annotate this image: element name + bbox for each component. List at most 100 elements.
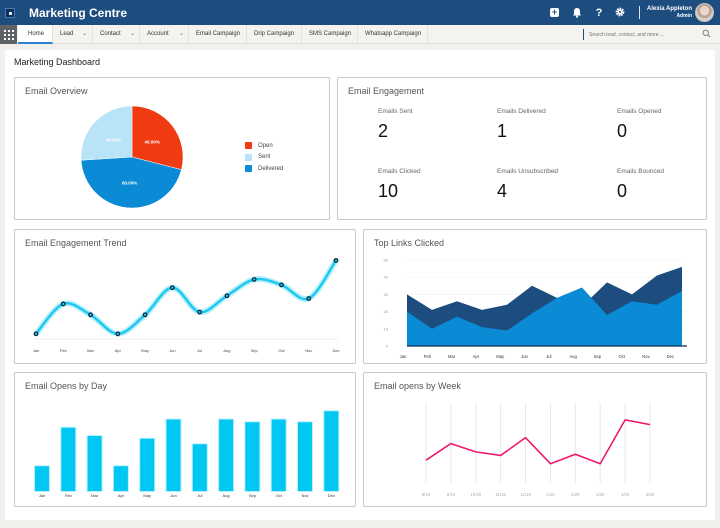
app-logo-icon[interactable] bbox=[5, 8, 15, 18]
x-tick-label: Oct bbox=[276, 493, 283, 498]
x-tick-label: Nov bbox=[305, 348, 312, 353]
x-tick-label: Apr bbox=[473, 354, 480, 359]
search-icon[interactable] bbox=[702, 29, 711, 38]
x-tick-label: 3/20 bbox=[596, 492, 605, 497]
legend-item-sent[interactable]: Sent bbox=[245, 152, 283, 164]
metric-emails-opened: Emails Opened 0 bbox=[617, 108, 661, 142]
bar bbox=[219, 419, 234, 491]
legend-label: Open bbox=[258, 142, 273, 149]
bar bbox=[298, 422, 312, 491]
x-tick-label: Feb bbox=[65, 493, 73, 498]
bar bbox=[192, 444, 207, 491]
y-tick-label: 40 bbox=[384, 275, 389, 280]
x-tick-label: Aug bbox=[569, 354, 577, 359]
x-tick-label: Jul bbox=[197, 348, 202, 353]
chevron-down-icon[interactable]: ⌄ bbox=[82, 25, 87, 44]
gear-icon[interactable] bbox=[614, 7, 626, 19]
nav-tab-home[interactable]: Home bbox=[18, 25, 53, 44]
y-tick-label: 10 bbox=[384, 326, 389, 331]
chevron-down-icon[interactable]: ⌄ bbox=[130, 25, 135, 44]
nav-tab-label: SMS Campaign bbox=[309, 31, 352, 37]
x-tick-label: 9/19 bbox=[447, 492, 456, 497]
nav-tab-account[interactable]: Account ⌄ bbox=[140, 25, 189, 44]
user-name[interactable]: Alexia Appleton bbox=[647, 6, 692, 13]
trend-point bbox=[224, 293, 230, 299]
avatar[interactable] bbox=[695, 3, 714, 22]
app-title: Marketing Centre bbox=[29, 6, 128, 20]
bell-icon[interactable] bbox=[571, 7, 583, 19]
x-tick-label: Nov bbox=[642, 354, 650, 359]
metric-value: 10 bbox=[378, 181, 399, 201]
x-tick-label: Jan bbox=[33, 348, 39, 353]
email-overview-chart: 40.00% 60.00% 40.00% bbox=[80, 105, 184, 209]
bar bbox=[324, 411, 339, 491]
trend-point bbox=[115, 331, 121, 337]
x-tick-label: May bbox=[143, 493, 151, 498]
y-tick-label: 0 bbox=[386, 344, 389, 349]
x-tick-label: Jan bbox=[400, 354, 407, 359]
legend-item-open[interactable]: Open bbox=[245, 140, 283, 152]
bar bbox=[140, 438, 155, 491]
trend-line bbox=[35, 259, 338, 336]
bar bbox=[166, 419, 181, 491]
add-icon[interactable]: + bbox=[550, 8, 559, 17]
metric-label: Emails Sent bbox=[378, 108, 413, 115]
chevron-down-icon[interactable]: ⌄ bbox=[179, 25, 184, 44]
legend-label: Sent bbox=[258, 154, 271, 161]
x-tick-label: Mar bbox=[448, 354, 456, 359]
pie-slice-sent bbox=[80, 105, 133, 161]
metric-value: 4 bbox=[497, 181, 508, 201]
email-engagement-panel: Email Engagement Emails Sent 2 Emails De… bbox=[337, 77, 707, 220]
x-tick-label: 8/19 bbox=[422, 492, 431, 497]
metric-label: Emails Bounced bbox=[617, 168, 664, 175]
opens-by-week-panel: Email opens by Week 8/19 9/19 10/19 11/19 12… bbox=[363, 372, 707, 507]
opens-by-day-panel: Email Opens by Day Jan Feb Mar Apr May Jun Jul… bbox=[14, 372, 356, 507]
engagement-trend-panel: Email Engagement Trend Jan Feb Mar Apr May Ju… bbox=[14, 229, 356, 364]
nav-tab-contact[interactable]: Contact ⌄ bbox=[93, 25, 140, 44]
nav-tab-drip-campaign[interactable]: Drip Campaign bbox=[247, 25, 302, 44]
x-tick-label: 10/19 bbox=[471, 492, 482, 497]
pie-data-label: 60.00% bbox=[122, 180, 137, 185]
help-icon[interactable]: ? bbox=[593, 7, 605, 19]
search-caret bbox=[583, 29, 584, 40]
x-tick-label: Aug bbox=[223, 493, 230, 498]
trend-point bbox=[88, 312, 93, 318]
x-tick-label: Apr bbox=[118, 493, 125, 498]
x-tick-label: May bbox=[141, 348, 149, 353]
x-tick-label: Jul bbox=[197, 493, 202, 498]
nav-tab-sms-campaign[interactable]: SMS Campaign bbox=[302, 25, 358, 44]
top-header: Marketing Centre + ? Alexia Appleton Adm… bbox=[0, 0, 720, 25]
trend-point bbox=[251, 277, 257, 282]
nav-tab-lead[interactable]: Lead ⌄ bbox=[53, 25, 93, 44]
x-tick-label: Jul bbox=[546, 354, 551, 359]
x-tick-label: Mar bbox=[87, 348, 95, 353]
metric-emails-unsubscribed: Emails Unsubscribed 4 bbox=[497, 168, 558, 202]
panel-title: Email Engagement bbox=[348, 86, 425, 96]
y-tick-label: 30 bbox=[384, 292, 389, 297]
pie-data-label: 40.00% bbox=[106, 138, 121, 143]
app-launcher-icon[interactable] bbox=[0, 25, 17, 44]
email-overview-panel: Email Overview 40.00% 60.00% 40.00% Open S… bbox=[14, 77, 330, 220]
user-role: Admin bbox=[676, 13, 692, 19]
bar bbox=[61, 427, 76, 491]
x-tick-label: Jan bbox=[39, 493, 45, 498]
legend-item-delivered[interactable]: Delivered bbox=[245, 163, 283, 175]
x-tick-label: Feb bbox=[424, 354, 432, 359]
x-tick-label: Sep bbox=[251, 348, 259, 353]
legend-label: Delivered bbox=[258, 165, 284, 172]
header-divider bbox=[639, 6, 640, 19]
bar bbox=[35, 466, 49, 491]
x-tick-label: 5/20 bbox=[646, 492, 655, 497]
x-tick-label: Nov bbox=[301, 493, 308, 498]
trend-point bbox=[197, 309, 203, 315]
trend-point bbox=[333, 258, 339, 263]
metric-value: 2 bbox=[378, 121, 389, 141]
nav-tab-whatsapp-campaign[interactable]: Whatsapp Campaign bbox=[358, 25, 428, 44]
nav-tab-email-campaign[interactable]: Email Campaign bbox=[189, 25, 247, 44]
legend-swatch bbox=[245, 153, 252, 161]
x-tick-label: Jun bbox=[521, 354, 528, 359]
week-line bbox=[425, 419, 651, 465]
top-links-panel: Top Links Clicked 0 10 20 30 40 50 Jan Feb Mar Ap… bbox=[363, 229, 707, 364]
trend-point bbox=[279, 282, 284, 288]
search-input[interactable] bbox=[589, 29, 699, 40]
